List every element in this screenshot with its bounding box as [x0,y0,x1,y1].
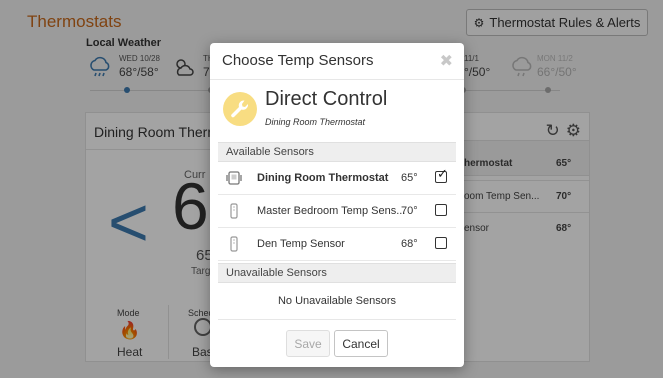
wrench-icon [231,100,249,118]
available-sensors-header: Available Sensors [218,142,456,162]
sensor-checkbox[interactable] [435,204,447,216]
sensor-checkbox[interactable]: ✓ [435,167,448,183]
direct-control-subtitle: Dining Room Thermostat [265,117,366,127]
cancel-button[interactable]: Cancel [334,330,388,357]
sensor-row[interactable]: Den Temp Sensor 68° [218,228,456,261]
sensor-row[interactable]: Dining Room Thermostat 65° ✓ [218,162,456,195]
choose-temp-sensors-modal: Choose Temp Sensors ✖ Direct Control Din… [210,43,464,367]
temp-sensor-icon [230,236,238,252]
check-icon: ✓ [437,166,448,181]
unavailable-sensors-header: Unavailable Sensors [218,263,456,283]
sensor-temp: 65° [401,172,418,184]
sensor-checkbox[interactable] [435,237,447,249]
no-unavailable-message: No Unavailable Sensors [277,295,396,307]
sensor-name: Master Bedroom Temp Sens... [257,205,406,217]
sensor-row[interactable]: Master Bedroom Temp Sens... 70° [218,195,456,228]
modal-title: Choose Temp Sensors [222,52,374,69]
save-button[interactable]: Save [286,330,330,357]
sensor-temp: 68° [401,238,418,250]
direct-control-title: Direct Control [265,88,388,110]
direct-control-badge [223,92,257,126]
sensor-name: Den Temp Sensor [257,238,345,250]
close-icon[interactable]: ✖ [440,51,453,71]
temp-sensor-icon [230,203,238,219]
sensor-name: Dining Room Thermostat [257,172,389,184]
sensor-temp: 70° [401,205,418,217]
thermostat-device-icon [226,171,242,185]
